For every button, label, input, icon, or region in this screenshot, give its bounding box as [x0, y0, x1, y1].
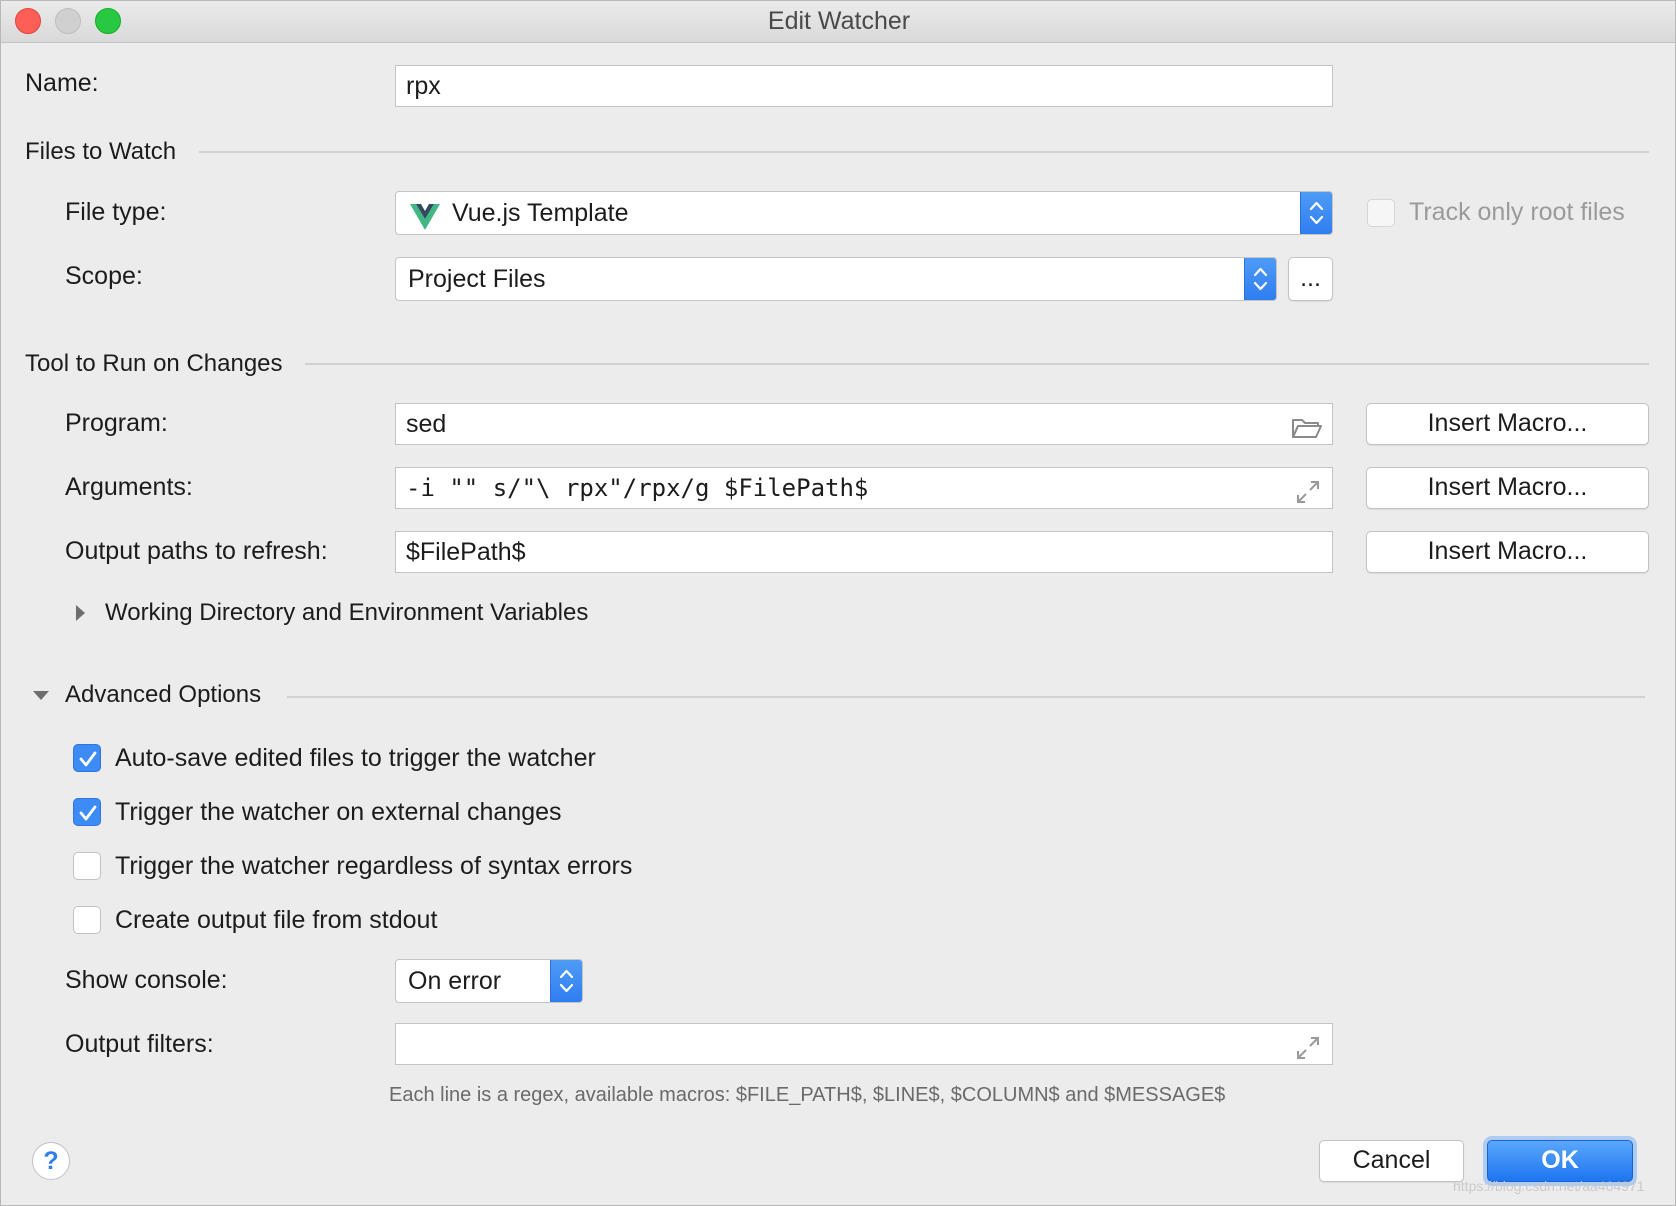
triangle-down-icon [31, 688, 51, 707]
external-changes-checkbox[interactable] [73, 798, 101, 826]
program-insert-macro-button[interactable]: Insert Macro... [1366, 403, 1649, 445]
window-title: Edit Watcher [767, 7, 911, 35]
output-paths-label: Output paths to refresh: [65, 537, 328, 565]
output-filters-hint: Each line is a regex, available macros: … [389, 1084, 1226, 1106]
show-console-label: Show console: [65, 966, 228, 994]
advanced-options-toggle[interactable]: Advanced Options [31, 679, 291, 713]
help-button[interactable]: ? [32, 1142, 70, 1180]
stdout-output-label: Create output file from stdout [115, 906, 438, 934]
checkmark-icon [77, 802, 99, 829]
working-dir-label: Working Directory and Environment Variab… [105, 599, 589, 626]
track-root-files-checkbox[interactable] [1367, 199, 1395, 227]
tool-to-run-heading: Tool to Run on Changes [25, 350, 283, 377]
chevron-updown-icon [1300, 192, 1332, 234]
syntax-errors-checkbox[interactable] [73, 852, 101, 880]
advanced-options-heading: Advanced Options [65, 681, 262, 708]
arguments-value: -i "" s/"\ rpx"/rpx/g $FilePath$ [406, 474, 869, 502]
scope-value: Project Files [408, 265, 546, 293]
title-bar: Edit Watcher [1, 1, 1675, 43]
program-label: Program: [65, 409, 168, 437]
file-type-label: File type: [65, 198, 167, 226]
name-label: Name: [25, 69, 99, 97]
section-divider [287, 696, 1645, 698]
files-to-watch-heading: Files to Watch [25, 138, 177, 165]
output-filters-input[interactable] [395, 1023, 1333, 1065]
external-changes-label: Trigger the watcher on external changes [115, 798, 562, 826]
syntax-errors-label: Trigger the watcher regardless of syntax… [115, 852, 633, 880]
show-console-select[interactable]: On error [395, 959, 583, 1003]
arguments-label: Arguments: [65, 473, 193, 501]
file-type-select[interactable]: Vue.js Template [395, 191, 1333, 235]
watermark-text: https://blog.csdn.net/aa464971 [1453, 1178, 1645, 1194]
auto-save-label: Auto-save edited files to trigger the wa… [115, 744, 596, 772]
cancel-button[interactable]: Cancel [1319, 1140, 1464, 1182]
checkmark-icon [77, 748, 99, 775]
show-console-value: On error [408, 967, 502, 995]
file-type-value: Vue.js Template [452, 199, 629, 227]
expand-icon[interactable] [1296, 1032, 1320, 1059]
scope-browse-button[interactable]: ... [1288, 257, 1333, 301]
program-input[interactable]: sed [395, 403, 1333, 445]
output-paths-insert-macro-button[interactable]: Insert Macro... [1366, 531, 1649, 573]
vue-logo-icon [410, 201, 440, 230]
track-root-files-label: Track only root files [1409, 198, 1625, 226]
folder-icon[interactable] [1292, 412, 1322, 438]
edit-watcher-dialog: Edit Watcher Name: rpx Files to Watch Fi… [0, 0, 1676, 1206]
ok-button[interactable]: OK [1487, 1140, 1633, 1182]
triangle-right-icon [73, 603, 87, 628]
arguments-input[interactable]: -i "" s/"\ rpx"/rpx/g $FilePath$ [395, 467, 1333, 509]
expand-icon[interactable] [1296, 476, 1320, 503]
auto-save-checkbox[interactable] [73, 744, 101, 772]
stdout-output-checkbox[interactable] [73, 906, 101, 934]
name-input[interactable]: rpx [395, 65, 1333, 107]
section-divider [199, 151, 1649, 153]
output-filters-label: Output filters: [65, 1030, 214, 1058]
scope-label: Scope: [65, 262, 143, 290]
section-divider [305, 363, 1649, 365]
scope-select[interactable]: Project Files [395, 257, 1277, 301]
arguments-insert-macro-button[interactable]: Insert Macro... [1366, 467, 1649, 509]
working-dir-toggle[interactable]: Working Directory and Environment Variab… [73, 597, 633, 631]
program-value: sed [406, 410, 447, 438]
chevron-updown-icon [1244, 258, 1276, 300]
output-paths-input[interactable]: $FilePath$ [395, 531, 1333, 573]
chevron-updown-icon [550, 960, 582, 1002]
